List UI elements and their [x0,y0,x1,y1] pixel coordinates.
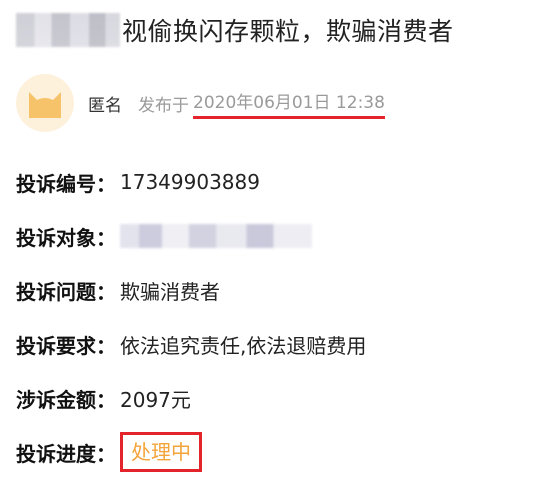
complaint-title-text: 视偷换闪存颗粒，欺骗消费者 [122,17,454,46]
progress-status-badge: 处理中 [120,432,202,472]
redacted-title-prefix [16,13,120,47]
complaint-id-value: 17349903889 [120,170,260,194]
detail-row-progress: 投诉进度 ： 处理中 [16,425,366,479]
detail-row-complaint-demand: 投诉要求 ： 依法追究责任,依法退赔费用 [16,317,366,371]
detail-colon: ： [96,333,116,358]
detail-label: 投诉要求 [16,333,96,358]
detail-label: 投诉编号 [16,171,96,196]
detail-colon: ： [96,387,116,412]
detail-row-complaint-issue: 投诉问题 ： 欺骗消费者 [16,263,366,317]
detail-colon: ： [96,171,116,196]
complaint-details: 投诉编号 ： 17349903889 投诉对象 ： 投诉问题 ： 欺骗消费者 投… [16,155,366,479]
detail-row-amount: 涉诉金额 ： 2097元 [16,371,366,425]
detail-colon: ： [96,225,116,250]
detail-label: 涉诉金额 [16,387,96,412]
cat-avatar-icon [16,74,74,132]
detail-row-complaint-target: 投诉对象 ： [16,209,366,263]
detail-label: 投诉进度 [16,441,96,466]
detail-label: 投诉对象 [16,225,96,250]
complaint-title: 视偷换闪存颗粒，欺骗消费者 [16,8,454,52]
redacted-complaint-target [120,224,312,248]
detail-row-complaint-id: 投诉编号 ： 17349903889 [16,155,366,209]
detail-label: 投诉问题 [16,279,96,304]
amount-value: 2097元 [120,387,191,412]
complaint-issue-value: 欺骗消费者 [120,279,220,304]
author-name: 匿名 [88,95,122,116]
complaint-demand-value: 依法追究责任,依法退赔费用 [120,333,367,358]
published-prefix: 发布于 [138,95,189,116]
published-datetime: 2020年06月01日 12:38 [193,88,385,119]
detail-colon: ： [96,441,116,466]
post-meta: 匿名 发布于 2020年06月01日 12:38 [16,72,385,134]
detail-colon: ： [96,279,116,304]
